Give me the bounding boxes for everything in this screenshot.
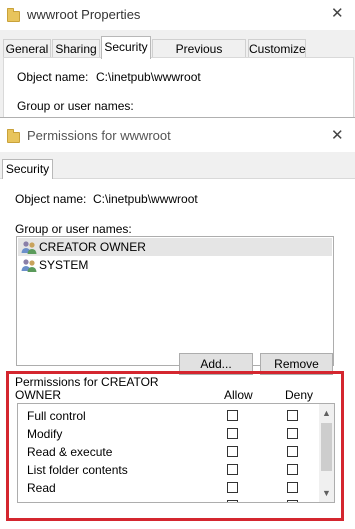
object-name-value: C:\inetpub\wwwroot [93,192,198,206]
permissions-list[interactable]: Full control Modify Read & execute List … [17,403,335,503]
properties-titlebar: wwwroot Properties ✕ [0,0,355,30]
permission-row-list-folder-contents: List folder contents [18,461,318,479]
permission-row-read-execute: Read & execute [18,443,318,461]
permissions-dialog-title: Permissions for wwwroot [27,128,171,143]
permission-label: Full control [27,409,86,423]
object-name-value: C:\inetpub\wwwroot [96,70,201,84]
close-icon[interactable]: ✕ [331,126,344,144]
allow-checkbox[interactable] [227,482,238,493]
group-users-label: Group or user names: [15,222,132,236]
list-item[interactable]: SYSTEM [18,256,332,274]
properties-window-title: wwwroot Properties [27,7,141,22]
allow-checkbox[interactable] [227,428,238,439]
deny-checkbox[interactable] [287,428,298,439]
properties-window: wwwroot Properties ✕ General Sharing Sec… [0,0,355,139]
permission-row-partial [18,497,318,502]
object-name-label: Object name: [17,70,89,84]
deny-checkbox[interactable] [287,500,298,502]
scroll-up-arrow-icon[interactable]: ▲ [319,406,334,420]
permission-row-read: Read [18,479,318,497]
allow-checkbox[interactable] [227,464,238,475]
deny-checkbox[interactable] [287,464,298,475]
deny-checkbox[interactable] [287,410,298,421]
permissions-titlebar: Permissions for wwwroot ✕ [0,118,355,152]
close-icon[interactable]: ✕ [331,4,344,22]
allow-checkbox[interactable] [227,500,238,502]
tab-security[interactable]: Security [2,159,53,179]
allow-checkbox[interactable] [227,446,238,457]
deny-checkbox[interactable] [287,446,298,457]
permission-label: Read [27,481,56,495]
tab-customize[interactable]: Customize [248,39,306,58]
folder-icon [7,8,20,22]
permission-row-full-control: Full control [18,407,318,425]
permission-row-modify: Modify [18,425,318,443]
users-group-icon [21,241,37,254]
allow-checkbox[interactable] [227,410,238,421]
tab-general[interactable]: General [3,39,51,58]
scroll-down-arrow-icon[interactable]: ▼ [319,486,334,500]
list-item[interactable]: CREATOR OWNER [18,238,332,256]
tab-previous-versions[interactable]: Previous Versions [152,39,246,74]
deny-checkbox[interactable] [287,482,298,493]
group-users-label: Group or user names: [17,99,134,113]
users-list[interactable]: CREATOR OWNER SYSTEM [16,236,334,366]
tab-sharing[interactable]: Sharing [52,39,100,58]
tab-security[interactable]: Security [101,36,151,59]
users-group-icon [21,259,37,272]
permission-label: Modify [27,427,63,441]
folder-icon [7,129,20,143]
user-name: CREATOR OWNER [39,240,146,254]
permission-label: List folder contents [27,463,128,477]
permission-label: Read & execute [27,445,113,459]
vertical-scrollbar[interactable]: ▲ ▼ [319,404,334,502]
object-name-label: Object name: [15,192,87,206]
user-name: SYSTEM [39,258,89,272]
scrollbar-thumb[interactable] [321,423,332,471]
